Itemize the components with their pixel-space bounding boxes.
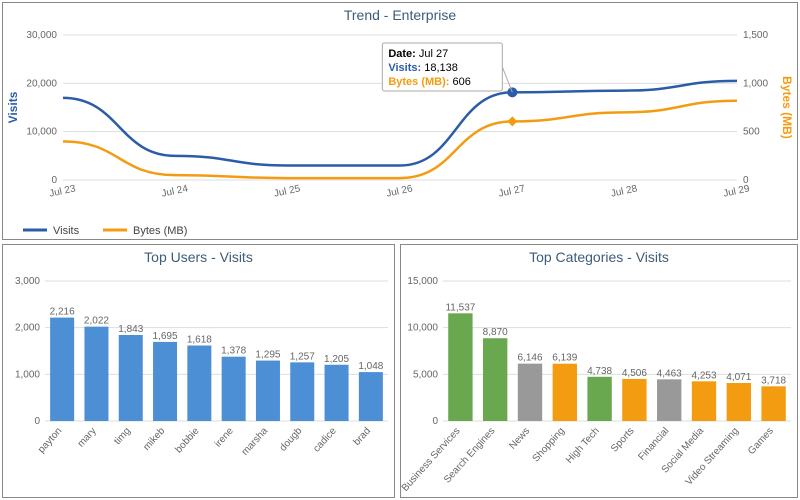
svg-text:News: News [507,426,532,452]
svg-text:1,000: 1,000 [743,78,768,89]
svg-text:1,048: 1,048 [358,361,383,372]
svg-text:Shopping: Shopping [531,426,567,465]
top-categories-title: Top Categories - Visits [401,245,797,267]
svg-text:4,506: 4,506 [622,368,647,379]
svg-text:4,253: 4,253 [691,370,716,381]
svg-text:6,139: 6,139 [552,353,577,364]
trend-chart: 010,00020,00030,00005001,0001,500Jul 23J… [3,25,797,220]
svg-text:10,000: 10,000 [26,127,57,138]
svg-text:Jul 28: Jul 28 [610,183,639,199]
svg-text:bobbie: bobbie [173,425,202,455]
svg-text:Bytes (MB): 606: Bytes (MB): 606 [388,76,471,88]
svg-text:1,000: 1,000 [15,369,40,380]
svg-text:1,695: 1,695 [153,331,178,342]
svg-text:2,000: 2,000 [15,323,40,334]
svg-text:1,205: 1,205 [324,354,349,365]
trend-legend: Visits Bytes (MB) [3,220,797,240]
svg-text:2,022: 2,022 [84,316,109,327]
svg-text:4,738: 4,738 [587,366,612,377]
svg-text:1,500: 1,500 [743,30,768,41]
svg-text:Jul 29: Jul 29 [722,183,751,199]
top-users-title: Top Users - Visits [3,245,394,267]
svg-text:Visits: Visits [53,225,80,237]
svg-text:0: 0 [432,416,438,427]
svg-text:0: 0 [34,416,40,427]
svg-text:Bytes (MB): Bytes (MB) [780,76,794,139]
svg-text:Financial: Financial [636,426,671,463]
svg-text:1,295: 1,295 [255,350,280,361]
svg-text:Visits: Visits [6,91,20,123]
svg-text:Games: Games [746,426,776,457]
svg-text:timg: timg [112,426,133,447]
svg-text:1,257: 1,257 [290,351,315,362]
svg-text:15,000: 15,000 [407,276,438,287]
trend-title: Trend - Enterprise [3,3,797,25]
top-categories-chart: 0 5,000 10,000 15,000 11,537 Business Service… [401,267,797,497]
svg-text:Jul 24: Jul 24 [161,183,190,199]
svg-text:4,463: 4,463 [657,368,682,379]
svg-text:1,378: 1,378 [221,346,246,357]
svg-text:Sports: Sports [609,426,637,455]
svg-text:20,000: 20,000 [26,78,57,89]
svg-text:Visits: 18,138: Visits: 18,138 [388,62,458,74]
svg-text:irene: irene [213,425,236,449]
svg-text:mikeb: mikeb [141,425,167,453]
svg-text:3,718: 3,718 [761,375,786,386]
svg-text:500: 500 [743,127,760,138]
svg-text:30,000: 30,000 [26,30,57,41]
svg-text:0: 0 [51,175,57,186]
svg-text:1,843: 1,843 [118,324,143,335]
svg-text:dougb: dougb [278,425,305,453]
svg-text:Bytes (MB): Bytes (MB) [133,225,187,237]
svg-text:Jul 25: Jul 25 [273,183,302,199]
svg-text:Date: Jul 27: Date: Jul 27 [388,48,448,60]
svg-text:3,000: 3,000 [15,276,40,287]
svg-text:6,146: 6,146 [517,353,542,364]
svg-text:8,870: 8,870 [483,327,508,338]
svg-text:brad: brad [352,426,374,448]
svg-text:cadice: cadice [311,425,339,454]
svg-text:2,216: 2,216 [50,307,75,318]
svg-text:Jul 27: Jul 27 [498,183,527,199]
top-users-panel: Top Users - Visits 0 1,000 2,000 3,000 2,216… [2,244,395,498]
svg-text:5,000: 5,000 [413,369,438,380]
top-users-chart: 0 1,000 2,000 3,000 2,216 payton 2,022 mary 1,84… [3,267,394,497]
svg-text:1,618: 1,618 [187,334,212,345]
svg-text:Business Services: Business Services [401,426,463,494]
top-categories-panel: Top Categories - Visits 0 5,000 10,000 15,0… [400,244,798,498]
svg-text:10,000: 10,000 [407,323,438,334]
svg-text:11,537: 11,537 [445,302,475,313]
svg-text:4,071: 4,071 [726,372,751,383]
svg-text:Jul 26: Jul 26 [385,183,414,199]
svg-text:payton: payton [36,426,64,456]
svg-text:mary: mary [76,426,99,450]
trend-panel: Trend - Enterprise 010,00020,00030,00005… [2,2,798,240]
svg-text:High Tech: High Tech [564,426,602,466]
svg-text:marsha: marsha [240,425,271,457]
